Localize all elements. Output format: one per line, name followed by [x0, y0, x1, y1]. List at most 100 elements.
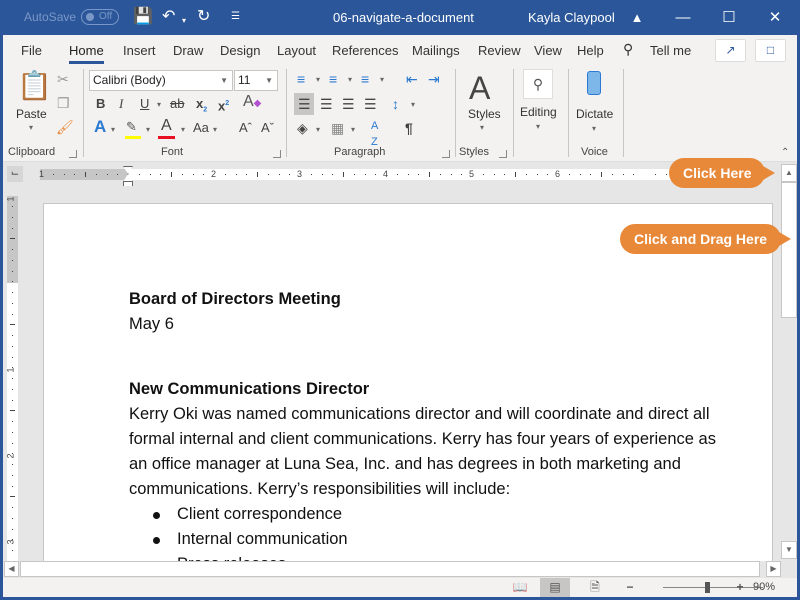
chevron-down-icon[interactable]: ▼ [265, 71, 273, 90]
numbering-dropdown-icon[interactable]: ▾ [348, 75, 352, 84]
read-mode-icon[interactable]: 📖 [505, 578, 535, 597]
show-formatting-icon[interactable]: ¶ [405, 120, 413, 136]
superscript-icon[interactable]: x2 [218, 96, 229, 114]
highlight-icon[interactable]: ✎ [126, 119, 137, 135]
share-button[interactable]: ↗ [715, 39, 746, 62]
maximize-button[interactable]: ☐ [706, 0, 752, 35]
tab-draw[interactable]: Draw [173, 43, 203, 58]
text-effects-icon[interactable]: A [94, 118, 106, 135]
clear-formatting-icon[interactable]: A◆ [243, 94, 261, 112]
align-right-icon[interactable]: ☰ [342, 96, 355, 112]
decrease-indent-icon[interactable]: ⇤ [406, 71, 418, 87]
numbering-icon[interactable]: ≡ [329, 71, 337, 87]
tab-file[interactable]: File [21, 43, 42, 58]
tab-review[interactable]: Review [478, 43, 521, 58]
tab-help[interactable]: Help [577, 43, 604, 58]
zoom-level[interactable]: 90% [753, 581, 775, 593]
subscript-icon[interactable]: x2 [196, 96, 207, 119]
user-name[interactable]: Kayla Claypool [528, 10, 615, 25]
scroll-up-button[interactable]: ▲ [781, 164, 797, 182]
tab-home[interactable]: Home [69, 43, 104, 64]
document-page[interactable]: Board of Directors Meeting May 6 New Com… [43, 203, 773, 561]
vertical-ruler[interactable]: 1 1 2 3 [6, 196, 18, 561]
text-effects-dropdown-icon[interactable]: ▾ [111, 125, 115, 134]
search-icon[interactable]: ⚲ [623, 41, 633, 58]
document-body[interactable]: Board of Directors Meeting May 6 New Com… [129, 287, 749, 561]
multilevel-list-icon[interactable]: ≡ [361, 71, 369, 87]
horizontal-ruler[interactable]: 1 2 3 4 5 6 [39, 169, 680, 180]
tell-me-box[interactable]: Tell me [650, 43, 691, 58]
align-left-icon[interactable]: ☰ [298, 96, 311, 112]
editing-dropdown-icon[interactable]: ▾ [536, 122, 540, 131]
tab-insert[interactable]: Insert [123, 43, 156, 58]
tab-mailings[interactable]: Mailings [412, 43, 460, 58]
ribbon-display-options-icon[interactable]: ▲ [614, 0, 660, 35]
dictate-dropdown-icon[interactable]: ▾ [592, 124, 596, 133]
line-spacing-dropdown-icon[interactable]: ▾ [411, 100, 415, 109]
clipboard-launcher-icon[interactable] [69, 150, 77, 158]
font-size-combo[interactable]: 11 ▼ [234, 70, 278, 91]
tab-references[interactable]: References [332, 43, 398, 58]
italic-icon[interactable]: I [119, 96, 123, 112]
line-spacing-icon[interactable]: ↕ [392, 96, 399, 112]
borders-icon[interactable]: ▦ [331, 120, 344, 136]
editing-button[interactable]: Editing [520, 105, 557, 119]
styles-launcher-icon[interactable] [499, 150, 507, 158]
underline-dropdown-icon[interactable]: ▾ [157, 100, 161, 109]
font-color-icon[interactable]: A [161, 118, 172, 134]
copy-icon[interactable]: ❐ [57, 95, 70, 111]
shrink-font-icon[interactable]: Aˇ [261, 120, 274, 136]
minimize-button[interactable]: — [660, 0, 706, 35]
paragraph-launcher-icon[interactable] [442, 150, 450, 158]
undo-dropdown-icon[interactable]: ▾ [182, 12, 186, 30]
close-button[interactable]: ✕ [752, 0, 798, 35]
autosave-toggle[interactable]: Off [81, 9, 119, 25]
tab-layout[interactable]: Layout [277, 43, 316, 58]
font-name-combo[interactable]: Calibri (Body) ▼ [89, 70, 233, 91]
print-layout-icon[interactable]: ▤ [540, 578, 570, 597]
justify-icon[interactable]: ☰ [364, 96, 377, 112]
font-color-dropdown-icon[interactable]: ▾ [181, 125, 185, 134]
customize-toolbar-icon[interactable]: ☰ [231, 8, 240, 26]
paste-button[interactable]: Paste [16, 107, 47, 121]
collapse-ribbon-icon[interactable]: ⌃ [781, 145, 789, 161]
tab-selector-icon[interactable]: ⌙ [7, 166, 23, 182]
paste-dropdown-icon[interactable]: ▾ [29, 123, 33, 132]
comments-button[interactable]: □ [755, 39, 786, 62]
strikethrough-icon[interactable]: ab [170, 96, 184, 112]
paste-icon[interactable]: 📋 [17, 71, 52, 101]
borders-dropdown-icon[interactable]: ▾ [351, 125, 355, 134]
scroll-down-button[interactable]: ▼ [781, 541, 797, 559]
bullets-icon[interactable]: ≡ [297, 71, 305, 87]
align-center-icon[interactable]: ☰ [320, 96, 333, 112]
font-launcher-icon[interactable] [273, 150, 281, 158]
zoom-in-button[interactable]: + [730, 578, 750, 597]
find-icon[interactable]: ⚲ [523, 69, 553, 99]
bold-icon[interactable]: B [96, 96, 105, 112]
save-icon[interactable]: 💾 [133, 8, 153, 26]
change-case-icon[interactable]: Aa [193, 120, 209, 136]
horizontal-scroll-thumb[interactable] [20, 561, 760, 577]
styles-icon[interactable]: A [469, 71, 490, 105]
vertical-scrollbar[interactable]: ▲ ▼ [781, 162, 797, 561]
scroll-right-button[interactable]: ▶ [766, 561, 781, 577]
microphone-icon[interactable] [587, 71, 601, 95]
horizontal-scrollbar[interactable]: ◀ ▶ [3, 561, 781, 578]
shading-dropdown-icon[interactable]: ▾ [316, 125, 320, 134]
styles-dropdown-icon[interactable]: ▾ [480, 123, 484, 132]
undo-icon[interactable]: ↶ [162, 8, 175, 26]
dictate-button[interactable]: Dictate [576, 107, 613, 121]
zoom-slider-thumb[interactable] [704, 582, 710, 593]
scroll-left-button[interactable]: ◀ [4, 561, 19, 577]
underline-icon[interactable]: U [140, 96, 149, 112]
change-case-dropdown-icon[interactable]: ▾ [213, 125, 217, 134]
multilevel-dropdown-icon[interactable]: ▾ [380, 75, 384, 84]
scroll-thumb[interactable] [781, 182, 797, 318]
styles-button[interactable]: Styles [468, 107, 501, 121]
chevron-down-icon[interactable]: ▼ [220, 71, 228, 90]
bullets-dropdown-icon[interactable]: ▾ [316, 75, 320, 84]
web-layout-icon[interactable]: 🗎 [580, 578, 610, 597]
zoom-out-button[interactable]: − [620, 578, 640, 597]
redo-icon[interactable]: ↻ [197, 8, 210, 26]
increase-indent-icon[interactable]: ⇥ [428, 71, 440, 87]
